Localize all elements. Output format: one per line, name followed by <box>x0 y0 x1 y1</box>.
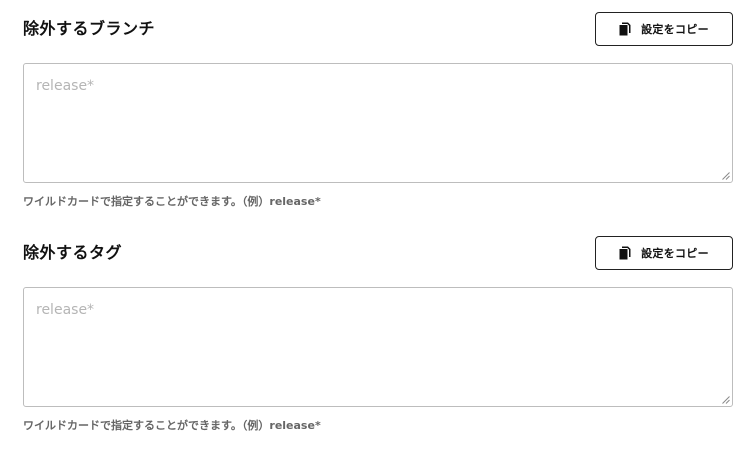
section-title: 除外するブランチ <box>23 19 156 38</box>
exclude-tags-section: 除外するタグ 設定をコピー ワイルドカードで指定することができます。（例）rel… <box>23 236 733 432</box>
exclude-tags-textarea-wrapper <box>23 287 733 407</box>
copy-settings-label: 設定をコピー <box>641 23 709 36</box>
copy-icon <box>619 246 631 260</box>
section-header: 除外するタグ 設定をコピー <box>23 236 733 271</box>
exclude-tags-textarea[interactable] <box>24 288 732 406</box>
copy-settings-label: 設定をコピー <box>641 247 709 260</box>
copy-icon <box>619 22 631 36</box>
exclude-branches-section: 除外するブランチ 設定をコピー ワイルドカードで指定することができます。（例）r… <box>23 12 733 208</box>
resize-handle-icon[interactable] <box>722 172 730 180</box>
copy-settings-button[interactable]: 設定をコピー <box>595 236 733 270</box>
copy-settings-button[interactable]: 設定をコピー <box>595 12 733 46</box>
exclude-branches-textarea[interactable] <box>24 64 732 182</box>
exclude-branches-help-text: ワイルドカードで指定することができます。（例）release* <box>23 195 321 208</box>
section-header: 除外するブランチ 設定をコピー <box>23 12 733 47</box>
section-title: 除外するタグ <box>23 243 123 262</box>
resize-handle-icon[interactable] <box>722 396 730 404</box>
exclude-tags-help-text: ワイルドカードで指定することができます。（例）release* <box>23 419 321 432</box>
exclude-branches-textarea-wrapper <box>23 63 733 183</box>
